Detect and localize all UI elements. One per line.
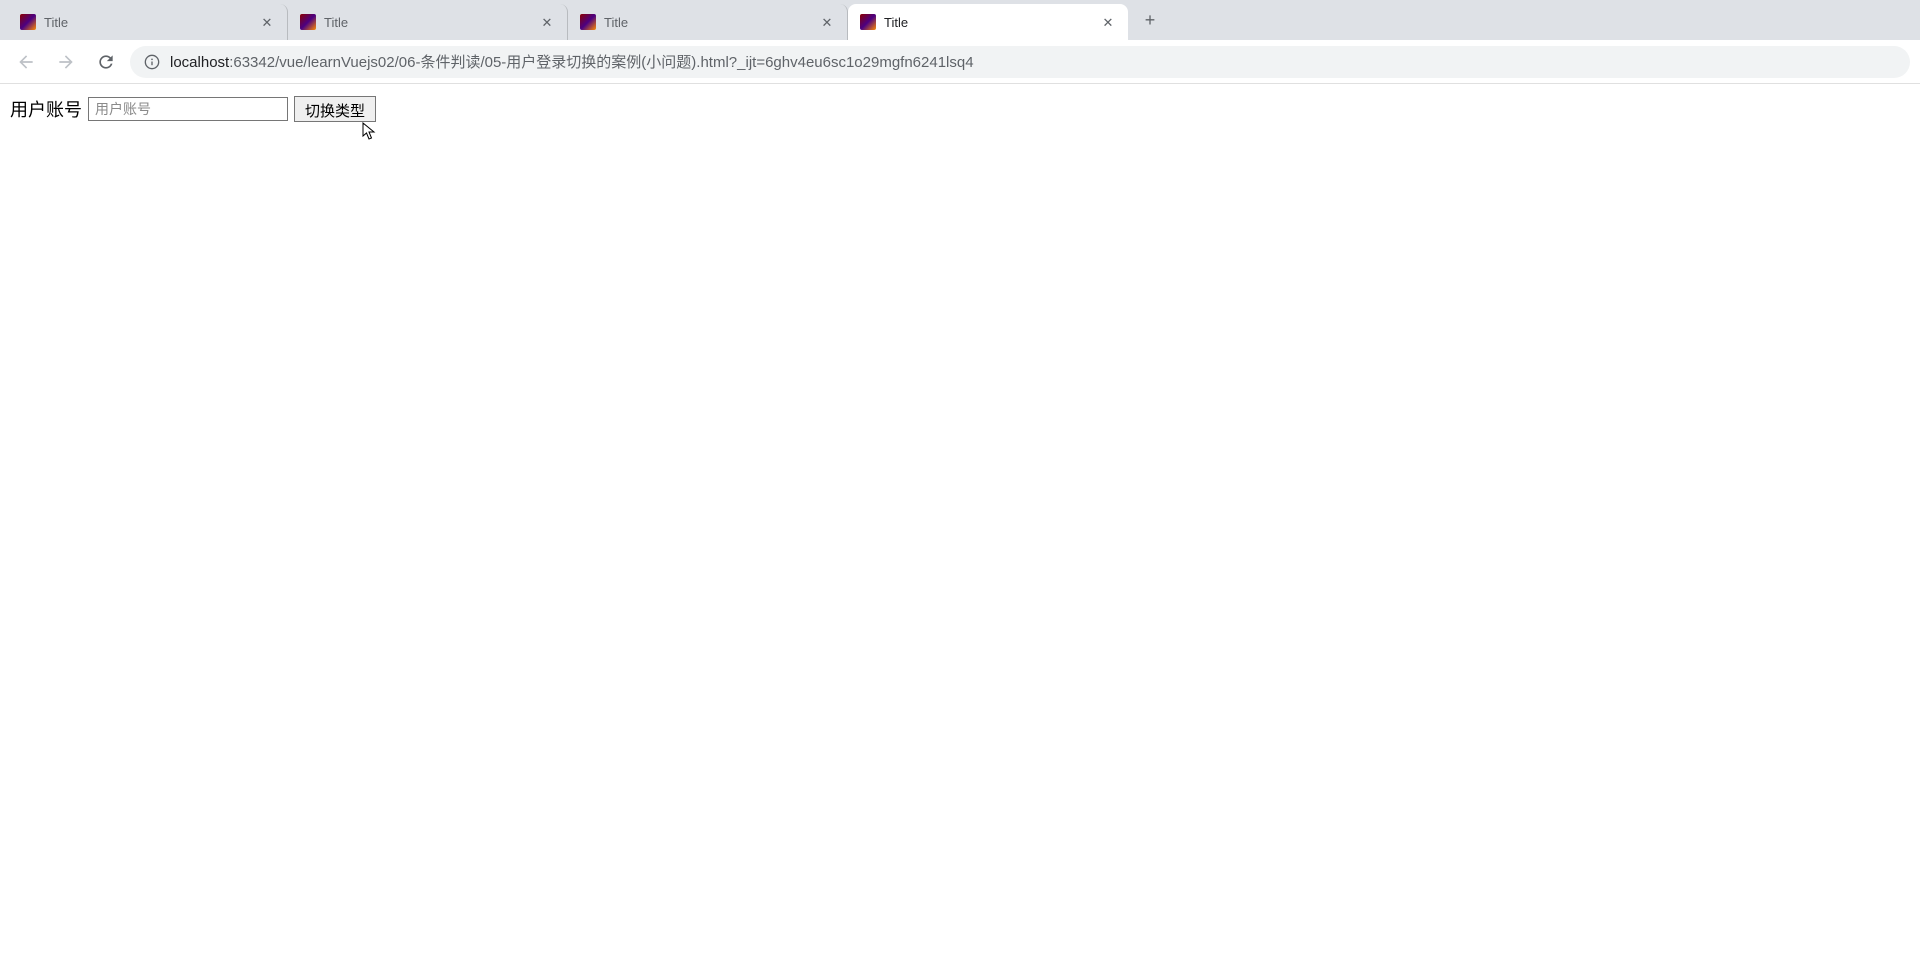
page-content: 用户账号 切换类型 <box>0 84 1920 134</box>
favicon-icon <box>860 14 876 30</box>
arrow-right-icon <box>56 52 76 72</box>
browser-tab-0[interactable]: Title ✕ <box>8 4 288 40</box>
favicon-icon <box>20 14 36 30</box>
close-icon[interactable]: ✕ <box>259 14 275 30</box>
new-tab-button[interactable]: + <box>1136 6 1164 34</box>
close-icon[interactable]: ✕ <box>1100 14 1116 30</box>
browser-tab-2[interactable]: Title ✕ <box>568 4 848 40</box>
tab-title: Title <box>44 15 259 30</box>
reload-button[interactable] <box>90 46 122 78</box>
tab-title: Title <box>324 15 539 30</box>
close-icon[interactable]: ✕ <box>819 14 835 30</box>
url-path: :63342/vue/learnVuejs02/06-条件判读/05-用户登录切… <box>229 54 973 71</box>
arrow-left-icon <box>16 52 36 72</box>
favicon-icon <box>300 14 316 30</box>
browser-tab-3[interactable]: Title ✕ <box>848 4 1128 40</box>
username-input[interactable] <box>88 97 288 121</box>
switch-type-button[interactable]: 切换类型 <box>294 96 376 122</box>
address-bar[interactable]: localhost:63342/vue/learnVuejs02/06-条件判读… <box>130 46 1910 78</box>
favicon-icon <box>580 14 596 30</box>
url-text: localhost:63342/vue/learnVuejs02/06-条件判读… <box>170 51 974 72</box>
url-host: localhost <box>170 54 229 71</box>
browser-tab-strip: Title ✕ Title ✕ Title ✕ Title ✕ + <box>0 0 1920 40</box>
browser-toolbar: localhost:63342/vue/learnVuejs02/06-条件判读… <box>0 40 1920 84</box>
close-icon[interactable]: ✕ <box>539 14 555 30</box>
tab-title: Title <box>884 15 1100 30</box>
forward-button[interactable] <box>50 46 82 78</box>
browser-tab-1[interactable]: Title ✕ <box>288 4 568 40</box>
reload-icon <box>96 52 116 72</box>
site-info-icon[interactable] <box>144 54 160 70</box>
back-button[interactable] <box>10 46 42 78</box>
username-label: 用户账号 <box>10 96 82 122</box>
tab-title: Title <box>604 15 819 30</box>
